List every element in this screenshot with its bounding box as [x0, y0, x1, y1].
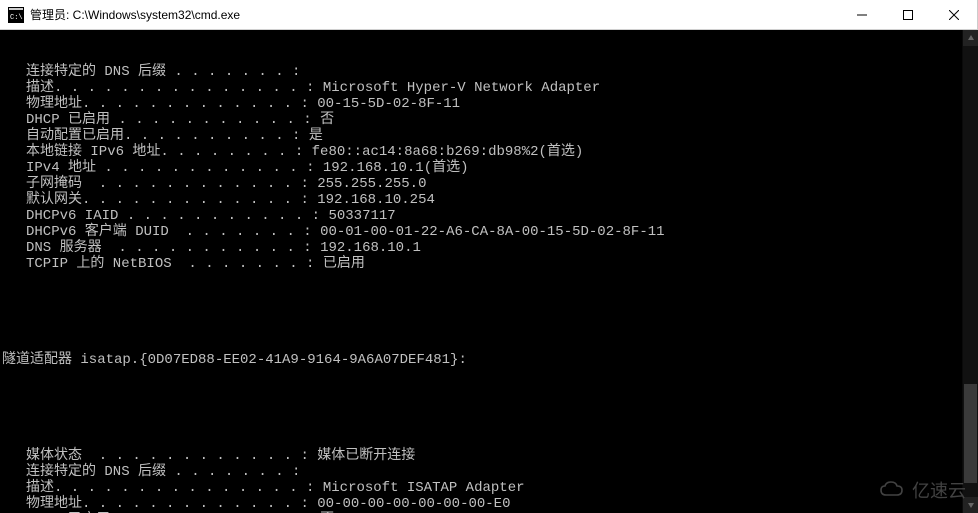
property-label: DHCPv6 IAID	[26, 208, 118, 224]
network-adapter-block-1: 连接特定的 DNS 后缀 . . . . . . . : 描述. . . . .…	[2, 64, 978, 272]
property-value: 已启用	[323, 256, 365, 272]
adapter1-row: 默认网关. . . . . . . . . . . . . : 192.168.…	[2, 192, 978, 208]
property-label: 描述	[26, 80, 54, 96]
dots-separator: . . . . . . . . . . . .	[82, 448, 300, 464]
adapter1-row: 自动配置已启用. . . . . . . . . . : 是	[2, 128, 978, 144]
property-label: 连接特定的 DNS 后缀	[26, 64, 166, 80]
property-label: DHCPv6 客户端 DUID	[26, 224, 169, 240]
terminal-output[interactable]: 连接特定的 DNS 后缀 . . . . . . . : 描述. . . . .…	[0, 30, 978, 513]
scrollbar-track[interactable]	[963, 46, 978, 497]
window-controls	[839, 0, 977, 29]
adapter1-row: IPv4 地址 . . . . . . . . . . . . : 192.16…	[2, 160, 978, 176]
blank-line	[2, 304, 978, 320]
property-value: 媒体已断开连接	[317, 448, 415, 464]
cmd-icon: C:\	[8, 7, 24, 23]
dots-separator: . . . . . . . . . .	[124, 128, 292, 144]
property-label: 描述	[26, 480, 54, 496]
property-label: 物理地址	[26, 496, 82, 512]
adapter2-row: 描述. . . . . . . . . . . . . . . : Micros…	[2, 480, 978, 496]
svg-text:C:\: C:\	[10, 14, 23, 22]
adapter1-row: 连接特定的 DNS 后缀 . . . . . . . :	[2, 64, 978, 80]
property-value: 255.255.255.0	[317, 176, 426, 192]
blank-line	[2, 400, 978, 416]
vertical-scrollbar[interactable]	[962, 30, 978, 513]
dots-separator: . . . . . . . . . . .	[102, 240, 304, 256]
property-value: Microsoft Hyper-V Network Adapter	[323, 80, 600, 96]
minimize-button[interactable]	[839, 0, 885, 29]
cloud-icon	[878, 481, 906, 499]
dots-separator: . . . . . . .	[166, 64, 292, 80]
property-value: fe80::ac14:8a68:b269:db98%2(首选)	[312, 144, 584, 160]
adapter2-row: 物理地址. . . . . . . . . . . . . : 00-00-00…	[2, 496, 978, 512]
scrollbar-thumb[interactable]	[964, 384, 977, 483]
property-label: DNS 服务器	[26, 240, 102, 256]
adapter2-row: 媒体状态 . . . . . . . . . . . . : 媒体已断开连接	[2, 448, 978, 464]
property-value: 192.168.10.254	[317, 192, 435, 208]
property-value: 是	[309, 128, 323, 144]
dots-separator: . . . . . . . .	[160, 144, 294, 160]
dots-separator: . . . . . . . . . . . . . . .	[54, 80, 306, 96]
property-value: Microsoft ISATAP Adapter	[323, 480, 525, 496]
adapter1-row: 子网掩码 . . . . . . . . . . . . : 255.255.2…	[2, 176, 978, 192]
property-label: 本地链接 IPv6 地址	[26, 144, 160, 160]
property-label: 子网掩码	[26, 176, 82, 192]
dots-separator: . . . . . . .	[166, 464, 292, 480]
dots-separator: . . . . . . . . . . . . . . .	[54, 480, 306, 496]
adapter1-row: DHCPv6 IAID . . . . . . . . . . . : 5033…	[2, 208, 978, 224]
dots-separator: . . . . . . . . . . .	[110, 112, 303, 128]
adapter1-row: 描述. . . . . . . . . . . . . . . : Micros…	[2, 80, 978, 96]
network-adapter-block-2: 媒体状态 . . . . . . . . . . . . : 媒体已断开连接 连…	[2, 448, 978, 513]
dots-separator: . . . . . . . . . . .	[118, 208, 311, 224]
window-title: 管理员: C:\Windows\system32\cmd.exe	[30, 6, 839, 23]
dots-separator: . . . . . . . . . . . . .	[82, 192, 300, 208]
dots-separator: . . . . . . . . . . . . .	[82, 496, 300, 512]
scroll-up-button[interactable]	[963, 30, 978, 46]
adapter1-row: TCPIP 上的 NetBIOS . . . . . . . : 已启用	[2, 256, 978, 272]
property-label: DHCP 已启用	[26, 112, 110, 128]
watermark: 亿速云	[878, 477, 966, 503]
close-button[interactable]	[931, 0, 977, 29]
dots-separator: . . . . . . .	[172, 256, 306, 272]
property-value: 50337117	[328, 208, 395, 224]
maximize-button[interactable]	[885, 0, 931, 29]
title-bar: C:\ 管理员: C:\Windows\system32\cmd.exe	[0, 0, 978, 30]
adapter1-row: DHCP 已启用 . . . . . . . . . . . : 否	[2, 112, 978, 128]
property-label: IPv4 地址	[26, 160, 96, 176]
dots-separator: . . . . . . .	[169, 224, 303, 240]
tunnel-adapter-header: 隧道适配器 isatap.{0D07ED88-EE02-41A9-9164-9A…	[2, 352, 978, 368]
watermark-text: 亿速云	[912, 477, 966, 503]
property-value: 否	[320, 112, 334, 128]
property-value: 192.168.10.1(首选)	[323, 160, 469, 176]
property-value: 192.168.10.1	[320, 240, 421, 256]
adapter1-row: DHCPv6 客户端 DUID . . . . . . . : 00-01-00…	[2, 224, 978, 240]
property-value: 00-00-00-00-00-00-00-E0	[317, 496, 510, 512]
adapter1-row: 本地链接 IPv6 地址. . . . . . . . : fe80::ac14…	[2, 144, 978, 160]
adapter2-row: 连接特定的 DNS 后缀 . . . . . . . :	[2, 464, 978, 480]
property-label: 默认网关	[26, 192, 82, 208]
property-label: 连接特定的 DNS 后缀	[26, 464, 166, 480]
dots-separator: . . . . . . . . . . . . .	[82, 96, 300, 112]
dots-separator: . . . . . . . . . . . .	[82, 176, 300, 192]
property-value: 00-01-00-01-22-A6-CA-8A-00-15-5D-02-8F-1…	[320, 224, 664, 240]
dots-separator: . . . . . . . . . . . .	[96, 160, 306, 176]
property-value: 00-15-5D-02-8F-11	[317, 96, 460, 112]
adapter1-row: DNS 服务器 . . . . . . . . . . . : 192.168.…	[2, 240, 978, 256]
property-label: 自动配置已启用	[26, 128, 124, 144]
adapter1-row: 物理地址. . . . . . . . . . . . . : 00-15-5D…	[2, 96, 978, 112]
property-label: 媒体状态	[26, 448, 82, 464]
property-label: TCPIP 上的 NetBIOS	[26, 256, 172, 272]
property-label: 物理地址	[26, 96, 82, 112]
